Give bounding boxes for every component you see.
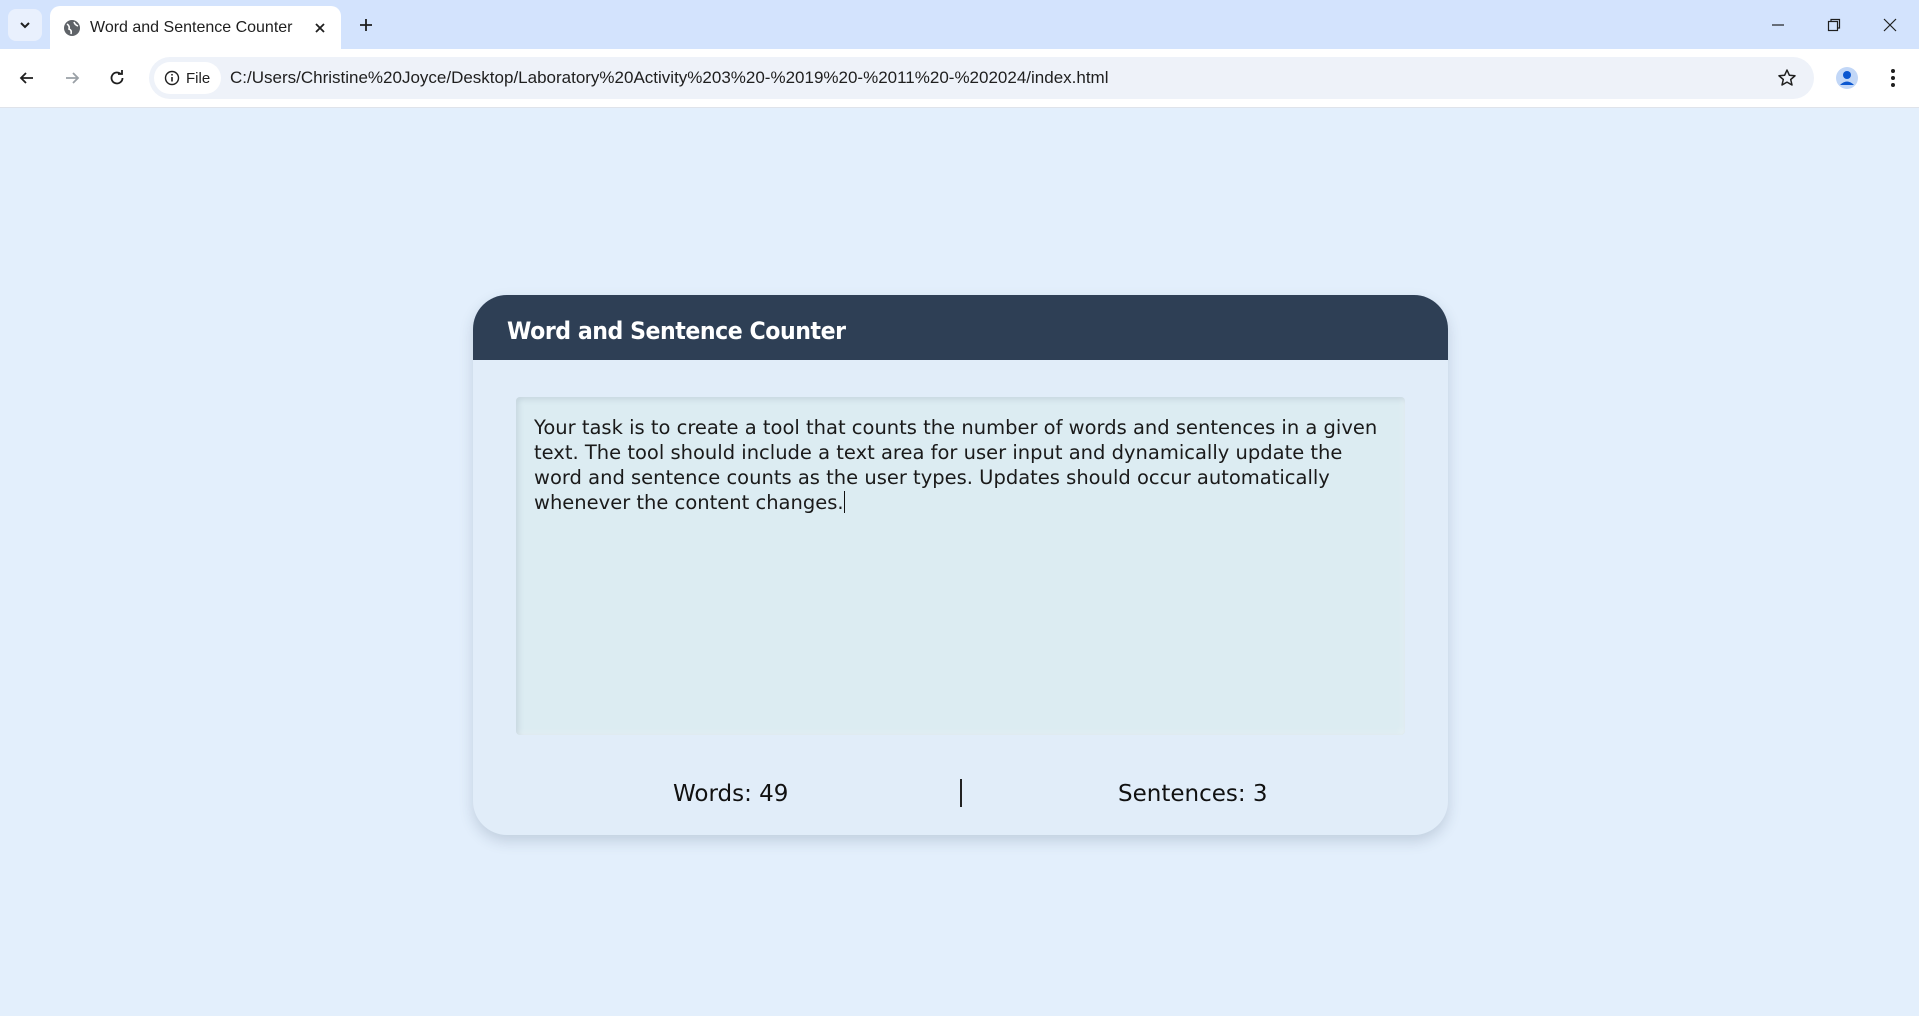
counter-card: Word and Sentence Counter Your task is t… [473,295,1448,835]
tab-search-button[interactable] [8,9,42,41]
more-vertical-icon [1891,69,1895,87]
profile-button[interactable] [1830,61,1864,95]
info-icon [164,70,180,86]
arrow-right-icon [66,72,80,84]
textarea-value: Your task is to create a tool that count… [534,416,1378,514]
arrow-left-icon [19,72,33,84]
tab-bar: Word and Sentence Counter [0,0,1919,49]
close-icon [315,23,325,33]
globe-icon [62,18,82,38]
site-chip-label: File [186,69,211,87]
sentence-count: Sentences: 3 [1118,781,1268,807]
tab-close-button[interactable] [309,17,331,39]
minimize-icon [1772,23,1784,26]
forward-button[interactable] [54,60,90,96]
chevron-down-icon [20,22,30,29]
text-caret [843,491,845,513]
plus-icon [360,19,372,31]
address-bar[interactable]: File C:/Users/Christine%20Joyce/Desktop/… [149,57,1814,99]
page-viewport: Word and Sentence Counter Your task is t… [0,109,1919,1016]
browser-toolbar: File C:/Users/Christine%20Joyce/Desktop/… [0,49,1919,108]
site-info-chip[interactable]: File [154,62,221,94]
star-icon [1778,69,1796,86]
reload-icon [110,70,124,85]
restore-button[interactable] [1806,0,1862,49]
card-header: Word and Sentence Counter [473,295,1448,360]
bookmark-button[interactable] [1770,61,1804,95]
tab-title: Word and Sentence Counter [90,19,293,36]
word-count: Words: 49 [673,781,789,807]
stats-divider [960,779,962,807]
back-button[interactable] [9,60,45,96]
page-title: Word and Sentence Counter [507,317,846,345]
url-text[interactable]: C:/Users/Christine%20Joyce/Desktop/Labor… [230,68,1109,88]
text-input-area[interactable]: Your task is to create a tool that count… [516,397,1405,735]
window-close-button[interactable] [1862,0,1918,49]
close-icon [1883,18,1897,31]
browser-menu-button[interactable] [1876,61,1910,95]
reload-button[interactable] [99,60,135,96]
active-tab[interactable]: Word and Sentence Counter [50,6,341,49]
minimize-button[interactable] [1750,0,1806,49]
new-tab-button[interactable] [350,9,382,41]
avatar-icon [1836,67,1858,89]
stats-row: Words: 49 Sentences: 3 [473,775,1448,815]
restore-icon [1827,18,1841,31]
